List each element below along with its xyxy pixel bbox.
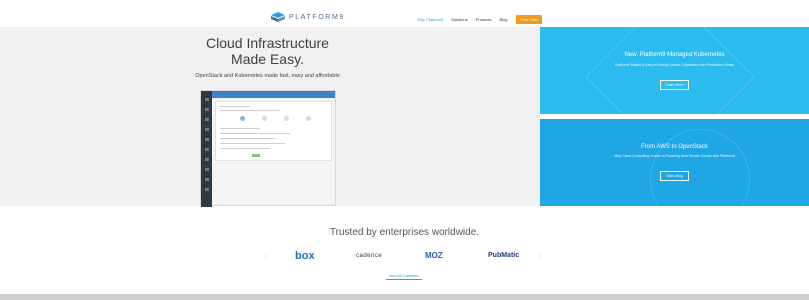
promo-decoration	[585, 27, 755, 114]
promo-decoration	[650, 129, 750, 206]
screenshot-panel	[215, 101, 332, 161]
screenshot-topbar	[212, 91, 335, 98]
chevron-left-icon[interactable]: ‹	[265, 253, 267, 260]
screenshot-sidebar	[201, 91, 212, 207]
nav-why-platform9[interactable]: Why Platform9	[417, 17, 443, 22]
pubmatic-logo: PubMatic	[488, 252, 520, 259]
promo-aws-openstack[interactable]: From AWS to OpenStack Why Cloud Computin…	[540, 119, 809, 206]
nav-products[interactable]: Products	[476, 17, 492, 22]
product-screenshot	[200, 90, 336, 207]
main-nav: Why Platform9 Solutions Products Blog Fr…	[417, 15, 543, 24]
nav-solutions[interactable]: Solutions	[451, 17, 467, 22]
moz-logo: MOZ	[425, 251, 443, 260]
footer-bar	[0, 294, 809, 300]
promo-kubernetes[interactable]: New: Platform9 Managed Kubernetes Platfo…	[540, 27, 809, 114]
view-all-customers-link[interactable]: View All Customers	[386, 274, 422, 280]
promo-aws-desc: Why Cloud Computing Leader is Powering t…	[614, 154, 735, 158]
customer-logos: ‹ box cadence MOZ PubMatic ›	[0, 250, 809, 264]
promo-kubernetes-title: New: Platform9 Managed Kubernetes	[624, 52, 725, 58]
nav-blog[interactable]: Blog	[500, 17, 508, 22]
promo-aws-title: From AWS to OpenStack	[641, 144, 708, 150]
hero-title-line1: Cloud Infrastructure	[206, 35, 329, 51]
platform9-logo[interactable]: PLATFORM9	[271, 12, 345, 22]
promo-kubernetes-desc: Platform9 Makes It Easy to Deploy Docker…	[614, 63, 735, 67]
free-trial-button[interactable]: Free Trial	[515, 15, 543, 24]
site-header: PLATFORM9 Why Platform9 Solutions Produc…	[0, 0, 809, 27]
platform9-logo-icon	[271, 12, 285, 22]
hero-title: Cloud Infrastructure Made Easy.	[0, 35, 535, 67]
box-logo: box	[295, 250, 315, 262]
cadence-logo: cadence	[356, 253, 383, 259]
trusted-heading: Trusted by enterprises worldwide.	[329, 227, 480, 238]
hero-title-line2: Made Easy.	[231, 51, 304, 67]
chevron-right-icon[interactable]: ›	[538, 253, 540, 260]
hero-section: Cloud Infrastructure Made Easy. OpenStac…	[0, 27, 540, 207]
hero-subtitle: OpenStack and Kubernetes made fast, easy…	[195, 73, 340, 79]
video-blog-button[interactable]: Video Blog	[660, 171, 689, 181]
learn-more-button[interactable]: Learn More	[660, 80, 689, 90]
logo-text: PLATFORM9	[289, 13, 345, 21]
